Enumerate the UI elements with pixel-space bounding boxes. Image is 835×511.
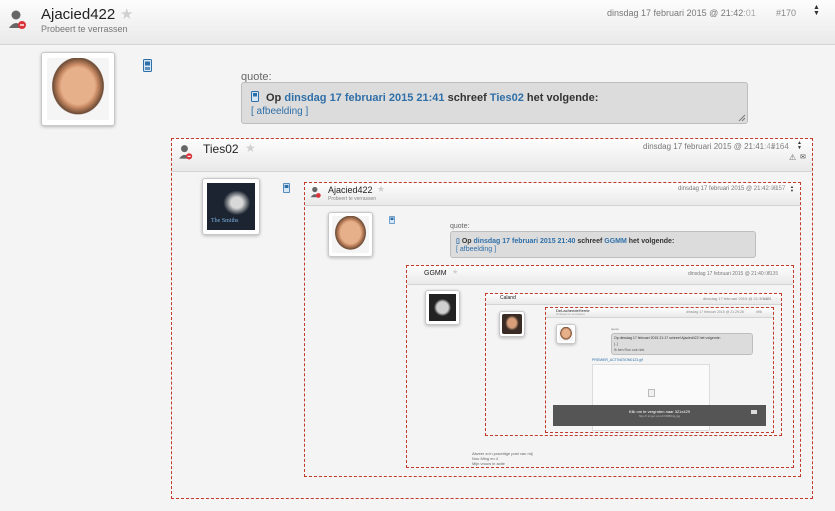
broken-image-icon <box>648 389 655 397</box>
expand-collapse-icon[interactable]: ▲ ▼ <box>790 185 794 193</box>
image-link[interactable]: PREMIER_ACTIVATION0123.gif <box>592 358 643 363</box>
nested-date: dinsdag 17 februari 2015 @ 21:30:42 <box>703 296 770 301</box>
nested-username[interactable]: GGMM <box>424 270 447 277</box>
nested-username[interactable]: Ties02 <box>203 142 239 156</box>
quote-image-link[interactable]: [ afbeelding ] <box>456 246 496 253</box>
quote-date-link[interactable]: dinsdag 17 februari 2015 21:40 <box>474 238 576 245</box>
signature: Alweer zo'n prachtige post van mij Nou M… <box>472 451 533 466</box>
quote-mid: schreef <box>577 238 603 245</box>
phone-icon[interactable] <box>143 59 152 72</box>
post-date-sec: :01 <box>743 8 756 18</box>
user-icon <box>9 10 26 29</box>
avatar-image <box>47 58 109 120</box>
nested-post-number[interactable]: #157 <box>772 186 785 192</box>
nested-date-main: dinsdag 17 februari 2015 @ 21:40 <box>688 271 764 277</box>
expand-collapse-icon[interactable]: ▲ ▼ <box>813 4 820 17</box>
post-subtitle: Probeert te verrassen <box>41 24 128 34</box>
quote-prefix: Op <box>266 92 282 104</box>
nested-subtitle: Probeert te verrassen <box>556 312 585 316</box>
quote-header: Op dinsdag 17 februari 2015 21:41 schree… <box>266 92 598 104</box>
avatar-image <box>332 216 369 253</box>
expand-collapse-icon[interactable]: ▲ ▼ <box>797 141 802 151</box>
enlarge-icon[interactable] <box>751 410 757 414</box>
phone-icon[interactable] <box>389 216 395 224</box>
phone-icon[interactable] <box>283 183 290 193</box>
nested-date: dinsdag 17 februari 2015 @ 21:41:41 <box>643 142 775 151</box>
nested-date-main: dinsdag 17 februari 2015 @ 21:42 <box>678 186 769 192</box>
phone-icon <box>251 91 259 102</box>
avatar <box>556 324 576 344</box>
quote-body-b: Ik ben Ron ook niet. <box>614 348 646 352</box>
resize-handle-icon[interactable] <box>738 114 746 122</box>
nested-username[interactable]: Ajacied422 <box>328 185 373 195</box>
nested-date: dinsdag 17 februari 2015 @ 21:29:28 <box>686 310 744 314</box>
report-icon[interactable]: ✉ <box>800 153 806 161</box>
quote-body-a: [..] <box>614 342 618 346</box>
quote-user-link[interactable]: Ties02 <box>490 92 524 104</box>
quote-label: quote: <box>611 327 620 331</box>
avatar-image <box>429 294 456 321</box>
avatar-caption: The Smiths <box>211 218 239 224</box>
warning-icon[interactable]: ⚠ <box>789 153 796 162</box>
star-icon[interactable]: ★ <box>452 268 458 276</box>
signature-line: Mijn vrouw in actie <box>472 461 505 466</box>
nested-date: dinsdag 17 februari 2015 @ 21:42:03 <box>678 186 777 192</box>
quote-image-link[interactable]: [ afbeelding ] <box>251 106 308 117</box>
avatar-image <box>502 314 522 334</box>
phone-icon: ▯ <box>456 238 460 245</box>
nested-post-number[interactable]: #96 <box>756 310 762 315</box>
quote-suffix: het volgende: <box>628 238 675 245</box>
nested-post-number[interactable]: #135 <box>767 271 778 277</box>
user-icon <box>310 186 321 198</box>
overlay-sub: http://i.imgur.com/nhMBtbtg.jpg <box>638 414 681 418</box>
nested-post-number[interactable]: #101 <box>763 296 772 301</box>
post-username[interactable]: Ajacied422 <box>41 6 115 23</box>
star-icon[interactable]: ★ <box>120 5 133 23</box>
user-icon <box>179 145 193 160</box>
avatar <box>328 212 373 257</box>
nested-username[interactable]: Caland <box>500 295 516 301</box>
avatar <box>41 52 115 126</box>
post-number[interactable]: #170 <box>776 8 796 18</box>
nested-post-number[interactable]: #164 <box>771 142 789 151</box>
nested-date-main: dinsdag 17 februari 2015 @ 21:41 <box>643 142 765 151</box>
nested-date: dinsdag 17 februari 2015 @ 21:40:05 <box>688 271 771 277</box>
quote-prefix: Op <box>461 238 472 245</box>
quote-label: quote: <box>450 223 470 230</box>
avatar: The Smiths <box>202 178 260 235</box>
avatar <box>499 311 525 337</box>
quote-mid: schreef <box>447 92 487 104</box>
post-date-main: dinsdag 17 februari 2015 @ 21:42 <box>607 8 744 18</box>
avatar-image: The Smiths <box>207 183 255 230</box>
star-icon[interactable]: ★ <box>377 184 385 195</box>
nested-subtitle: Probeert te verrassen <box>328 196 377 202</box>
quote-date-link[interactable]: dinsdag 17 februari 2015 21:41 <box>284 92 444 104</box>
image-overlay[interactable]: Klik om te vergroten naar 321x429 http:/… <box>553 405 766 426</box>
star-icon[interactable]: ★ <box>245 141 256 155</box>
avatar-image <box>559 327 573 341</box>
post-date: dinsdag 17 februari 2015 @ 21:42:01 <box>607 8 756 18</box>
avatar <box>425 290 460 325</box>
quote-header: ▯ Op dinsdag 17 februari 2015 21:40 schr… <box>456 237 674 245</box>
quote-user-link[interactable]: GGMM <box>604 238 627 245</box>
quote-suffix: het volgende: <box>526 92 599 104</box>
quote-text: Op dinsdag 17 februari 2015 21:17 schree… <box>614 336 721 340</box>
